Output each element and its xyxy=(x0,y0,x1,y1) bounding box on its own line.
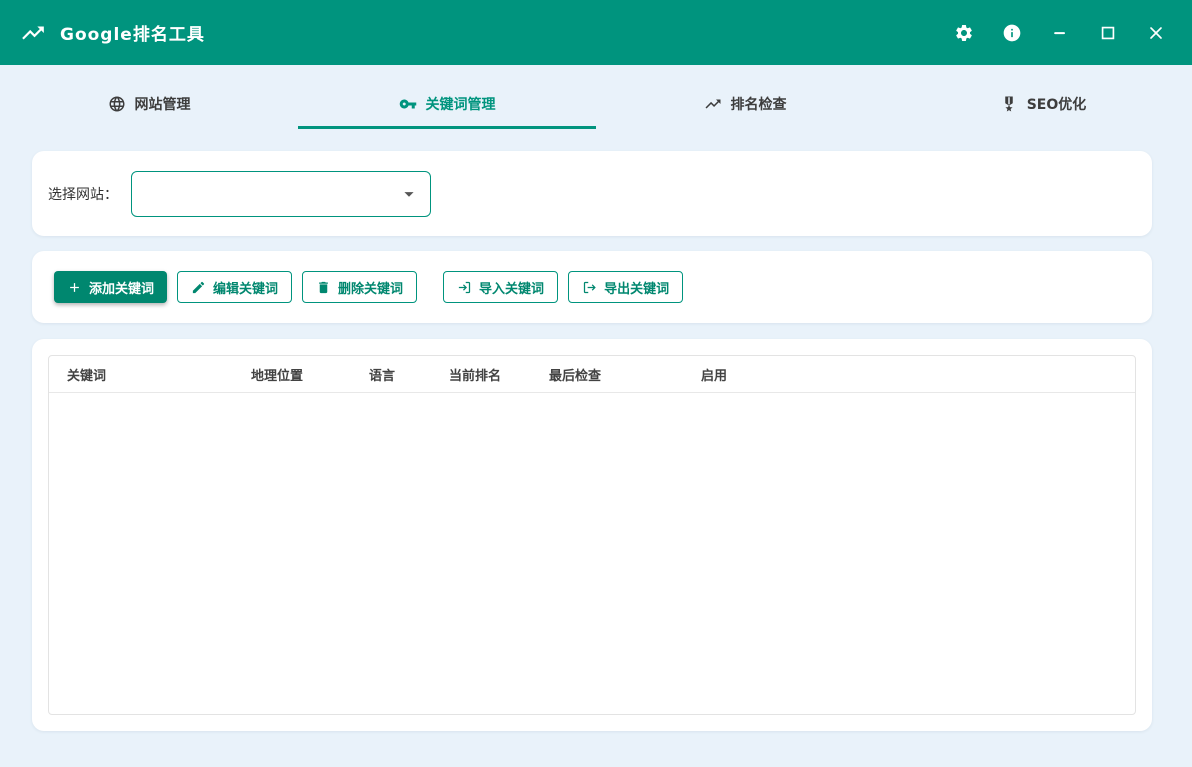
tab-label: SEO优化 xyxy=(1027,94,1087,114)
keyword-table-card: 关键词 地理位置 语言 当前排名 最后检查 启用 xyxy=(32,339,1152,731)
keyword-toolbar-card: 添加关键词 编辑关键词 删除关键词 导入关键词 导出关键词 xyxy=(32,251,1152,323)
seo-badge-icon xyxy=(1000,95,1018,113)
button-label: 导入关键词 xyxy=(479,278,544,297)
import-keyword-button[interactable]: 导入关键词 xyxy=(443,271,558,303)
column-header-current-rank: 当前排名 xyxy=(449,365,549,384)
import-icon xyxy=(457,280,472,295)
keyword-table: 关键词 地理位置 语言 当前排名 最后检查 启用 xyxy=(48,355,1136,715)
tab-label: 网站管理 xyxy=(135,94,191,114)
edit-keyword-button[interactable]: 编辑关键词 xyxy=(177,271,292,303)
delete-keyword-button[interactable]: 删除关键词 xyxy=(302,271,417,303)
column-header-last-check: 最后检查 xyxy=(549,365,701,384)
tab-label: 排名检查 xyxy=(731,94,787,114)
tab-site-management[interactable]: 网站管理 xyxy=(0,81,298,129)
site-selector-card: 选择网站： xyxy=(32,151,1152,236)
pencil-icon xyxy=(191,280,206,295)
close-icon[interactable] xyxy=(1140,17,1172,49)
tab-seo-optimization[interactable]: SEO优化 xyxy=(894,81,1192,129)
trending-up-icon xyxy=(704,95,722,113)
column-header-location: 地理位置 xyxy=(251,365,369,384)
column-header-keyword: 关键词 xyxy=(49,365,251,384)
chevron-down-icon xyxy=(398,183,420,205)
trash-icon xyxy=(316,280,331,295)
titlebar: Google排名工具 xyxy=(0,0,1192,65)
trending-up-icon xyxy=(20,20,46,46)
info-icon[interactable] xyxy=(996,17,1028,49)
button-label: 编辑关键词 xyxy=(213,278,278,297)
tab-label: 关键词管理 xyxy=(426,94,496,114)
minimize-icon[interactable] xyxy=(1044,17,1076,49)
key-icon xyxy=(399,95,417,113)
keyword-table-header-row: 关键词 地理位置 语言 当前排名 最后检查 启用 xyxy=(49,356,1135,393)
export-keyword-button[interactable]: 导出关键词 xyxy=(568,271,683,303)
button-label: 导出关键词 xyxy=(604,278,669,297)
titlebar-actions xyxy=(948,17,1172,49)
globe-icon xyxy=(108,95,126,113)
column-header-enabled: 启用 xyxy=(701,365,1135,384)
button-label: 添加关键词 xyxy=(89,278,154,297)
tab-keyword-management[interactable]: 关键词管理 xyxy=(298,81,596,129)
export-icon xyxy=(582,280,597,295)
add-keyword-button[interactable]: 添加关键词 xyxy=(54,271,167,303)
column-header-language: 语言 xyxy=(369,365,449,384)
gear-icon[interactable] xyxy=(948,17,980,49)
plus-icon xyxy=(67,280,82,295)
tab-rank-check[interactable]: 排名检查 xyxy=(596,81,894,129)
tabbar: 网站管理 关键词管理 排名检查 SEO优化 xyxy=(0,65,1192,129)
site-selector-label: 选择网站： xyxy=(48,184,118,204)
keyword-table-body[interactable] xyxy=(49,393,1135,714)
site-select-dropdown[interactable] xyxy=(131,171,431,217)
app-title: Google排名工具 xyxy=(60,20,205,45)
maximize-icon[interactable] xyxy=(1092,17,1124,49)
button-label: 删除关键词 xyxy=(338,278,403,297)
